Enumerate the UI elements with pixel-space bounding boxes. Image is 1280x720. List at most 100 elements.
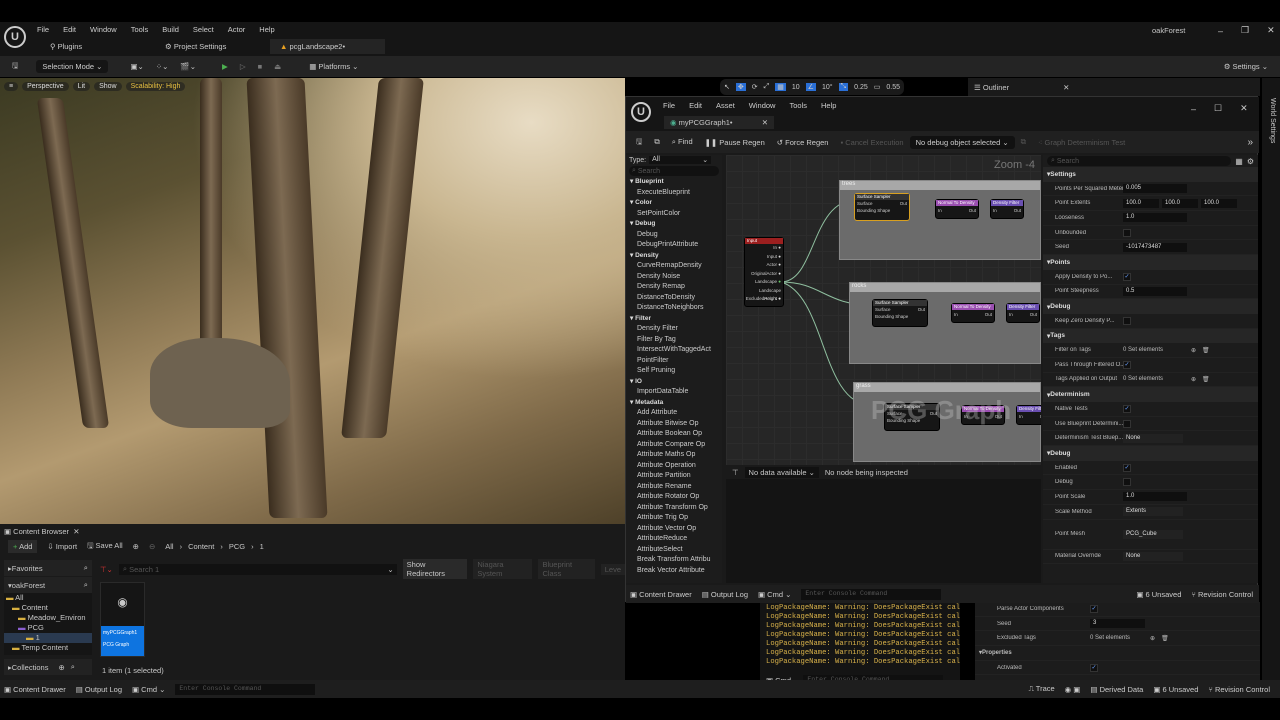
favorites-header[interactable]: ▸ Favorites ⌕: [4, 560, 92, 576]
breadcrumb-item[interactable]: 1: [260, 542, 264, 551]
cancel-execution-button[interactable]: ▪ Cancel Execution: [834, 136, 909, 149]
stop-icon[interactable]: ■: [252, 60, 269, 73]
scale-snap-icon[interactable]: ⤡: [838, 83, 849, 91]
inspect-data-dropdown[interactable]: No data available ⌄: [744, 466, 819, 478]
input-pin-label[interactable]: Bounding Shape: [875, 314, 908, 319]
search-icon[interactable]: ⌕: [71, 662, 75, 672]
menu-item-window[interactable]: Window: [90, 25, 117, 34]
selection-mode-dropdown[interactable]: Selection Mode ⌄: [36, 60, 109, 73]
output-pin[interactable]: OriginalActor ●: [745, 270, 783, 279]
input-pin-label[interactable]: In: [1019, 414, 1023, 419]
comment-box-rocks[interactable]: rocks Surface Sampler Surface Out Bounding S…: [849, 282, 1041, 364]
history-back-icon[interactable]: ⊕: [133, 542, 139, 551]
palette-node-item[interactable]: Density Filter: [626, 324, 722, 335]
menu-item-edit[interactable]: Edit: [63, 25, 76, 34]
palette-node-item[interactable]: AttributeSelect: [626, 545, 722, 556]
eject-icon[interactable]: ⏏: [268, 60, 287, 73]
project-header[interactable]: ▾ oakForest ⌕: [4, 577, 92, 593]
output-pin-label[interactable]: Out: [1030, 312, 1037, 317]
output-pin-label[interactable]: Out: [918, 307, 925, 312]
value-input[interactable]: 1.0: [1123, 492, 1187, 502]
palette-node-item[interactable]: Attribute Bitwise Op: [626, 419, 722, 430]
palette-node-item[interactable]: Attribute Operation: [626, 461, 722, 472]
section-header-debug[interactable]: ▾ Debug: [1043, 299, 1258, 314]
close-icon[interactable]: ✕: [1267, 25, 1275, 36]
surface-sampler-node[interactable]: Surface Sampler Surface Out Bounding Shape: [872, 299, 928, 327]
palette-search-input[interactable]: ⌕ Search: [629, 166, 719, 176]
output-pin-label[interactable]: Out: [985, 312, 992, 317]
close-icon[interactable]: ✕: [1240, 103, 1248, 114]
scale-icon[interactable]: ⤢: [764, 83, 770, 91]
add-element-icon[interactable]: ⊕: [1191, 347, 1196, 354]
vector-input[interactable]: 100.0: [1162, 198, 1198, 208]
grid-view-icon[interactable]: ▦: [1235, 157, 1243, 166]
tab-close-icon[interactable]: ✕: [762, 118, 768, 127]
editor-tab[interactable]: ⚲ Plugins: [40, 39, 155, 54]
palette-node-item[interactable]: Attribute Transform Op: [626, 503, 722, 514]
unsaved-button[interactable]: ▣ 6 Unsaved: [1136, 590, 1181, 599]
output-pin[interactable]: Landscape ●: [745, 278, 783, 287]
palette-category[interactable]: ▾ Blueprint: [626, 177, 722, 188]
debug-browse-icon[interactable]: ⧉: [1015, 135, 1032, 149]
pcg-asset-tab[interactable]: ◉ myPCGGraph1• ✕: [664, 116, 774, 129]
checkbox[interactable]: ✓: [1123, 360, 1131, 369]
graph-canvas[interactable]: Input In ● Input ● Actor ● OriginalActor ● La…: [726, 155, 1041, 465]
section-header-settings[interactable]: ▾ Settings: [1043, 167, 1258, 182]
menu-item-tools[interactable]: Tools: [789, 101, 807, 110]
breadcrumb-item[interactable]: Content: [188, 542, 214, 551]
world-settings-side-tab[interactable]: World Settings: [1262, 78, 1280, 680]
add-collection-icon[interactable]: ⊕: [58, 663, 64, 672]
output-pin-label[interactable]: Out: [1014, 208, 1021, 213]
palette-node-item[interactable]: DistanceToDensity: [626, 293, 722, 304]
palette-node-item[interactable]: ImportDataTable: [626, 387, 722, 398]
cmd-dropdown[interactable]: ▣ Cmd ⌄: [132, 685, 165, 694]
menu-item-select[interactable]: Select: [193, 25, 214, 34]
minimize-icon[interactable]: –: [1218, 26, 1223, 36]
output-pin[interactable]: ExcludedActors ●: [745, 295, 783, 304]
density-filter-node[interactable]: Density FilterInOut: [990, 199, 1024, 219]
input-pin-label[interactable]: In: [938, 208, 942, 213]
grid-snap-icon[interactable]: ▦: [775, 83, 786, 91]
vector-input[interactable]: 100.0: [1123, 198, 1159, 208]
platforms-button[interactable]: ▦ Platforms ⌄: [303, 60, 364, 73]
filter-icon[interactable]: ⊤⌄: [100, 565, 113, 574]
palette-node-item[interactable]: DebugPrintAttribute: [626, 240, 722, 251]
output-pin[interactable]: Actor ●: [745, 261, 783, 270]
palette-category[interactable]: ▾ Density: [626, 251, 722, 262]
force-regen-button[interactable]: ↺ Force Regen: [771, 136, 835, 149]
trace-button[interactable]: ⎍ Trace: [1029, 684, 1055, 694]
palette-node-item[interactable]: AttributeReduce: [626, 534, 722, 545]
lit-button[interactable]: Lit: [72, 82, 91, 91]
palette-node-item[interactable]: ExecuteBlueprint: [626, 188, 722, 199]
checkbox[interactable]: ✓: [1090, 663, 1098, 672]
breadcrumb-item[interactable]: All: [165, 542, 173, 551]
perspective-button[interactable]: Perspective: [22, 82, 69, 91]
output-pin[interactable]: Input ●: [745, 253, 783, 262]
delete-icon[interactable]: 🗑: [1202, 376, 1210, 383]
type-dropdown[interactable]: All ⌄: [649, 156, 712, 164]
move-icon[interactable]: ✥: [735, 83, 746, 91]
palette-node-item[interactable]: Density Noise: [626, 272, 722, 283]
minimize-icon[interactable]: –: [1191, 104, 1196, 114]
palette-node-item[interactable]: Attribute Compare Op: [626, 440, 722, 451]
checkbox[interactable]: ✓: [1123, 404, 1131, 413]
section-header-points[interactable]: ▾ Points: [1043, 255, 1258, 270]
rotation-snap-value[interactable]: 10°: [822, 84, 833, 91]
filter-icon[interactable]: ⊤: [726, 468, 739, 477]
editor-tab[interactable]: ▲ pcgLandscape2•: [270, 39, 385, 54]
play-icon[interactable]: ▶: [216, 60, 234, 73]
grid-snap-value[interactable]: 10: [792, 84, 800, 91]
density-filter-node[interactable]: Density FilterInOut: [1016, 405, 1041, 425]
folder-item[interactable]: ▬ 1: [4, 633, 92, 643]
input-pin-label[interactable]: Bounding Shape: [857, 208, 890, 213]
checkbox[interactable]: ✓: [1090, 604, 1098, 613]
normal-to-density-node[interactable]: Normal To Density In Out: [951, 303, 995, 323]
console-input[interactable]: Enter Console Command: [175, 683, 316, 695]
seed-input[interactable]: 3: [1090, 619, 1145, 629]
filter-show-redirectors[interactable]: Show Redirectors: [402, 559, 468, 579]
cinematics-icon[interactable]: 🎬⌄: [174, 60, 202, 73]
checkbox[interactable]: [1123, 228, 1131, 237]
settings-button[interactable]: ⚙ Settings ⌄: [1218, 60, 1274, 73]
history-forward-icon[interactable]: ⊖: [149, 542, 155, 551]
normal-to-density-node[interactable]: Normal To Density In Out: [935, 199, 979, 219]
